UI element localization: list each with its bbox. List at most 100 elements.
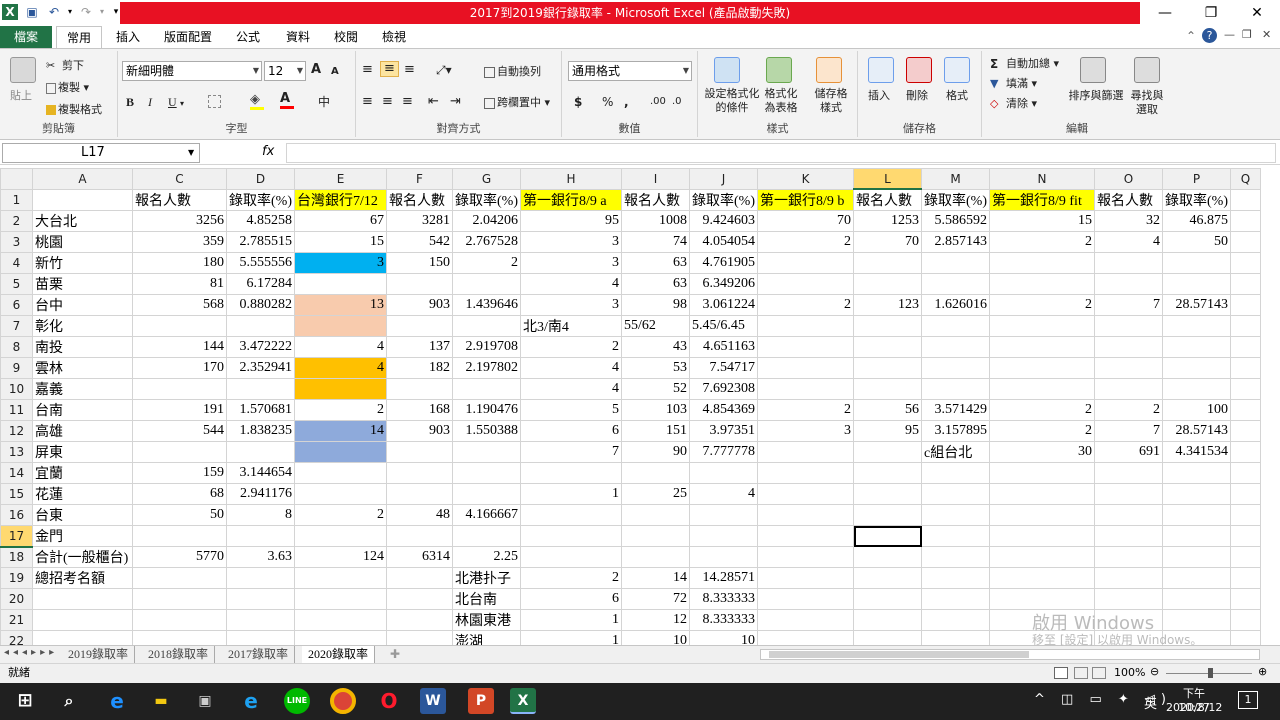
align-left-icon[interactable]: ≡ (362, 95, 373, 109)
line-icon[interactable]: LINE (284, 688, 310, 714)
tab-formulas[interactable]: 公式 (226, 26, 270, 48)
insert-cells-button[interactable]: 插入 (868, 89, 890, 103)
cell-h8[interactable]: 2 (520, 336, 622, 359)
cell-g15[interactable] (452, 483, 521, 506)
sort-filter-icon[interactable] (1080, 57, 1106, 83)
normal-view-icon[interactable] (1054, 667, 1068, 679)
cell-q12[interactable] (1230, 420, 1261, 443)
row-header[interactable]: 11 (0, 399, 33, 422)
cell-h17[interactable] (520, 525, 622, 548)
cell-p17[interactable] (1162, 525, 1231, 548)
cell-i9[interactable]: 53 (621, 357, 690, 380)
cell-c4[interactable]: 180 (132, 252, 227, 275)
cell-m13[interactable]: c組台北 (921, 441, 990, 464)
cell-p19[interactable] (1162, 567, 1231, 590)
powerpoint-icon[interactable]: P (468, 688, 494, 714)
row-header[interactable]: 10 (0, 378, 33, 401)
shrink-font-button[interactable]: A (331, 65, 339, 79)
cell-f7[interactable] (386, 315, 453, 338)
cell-c13[interactable] (132, 441, 227, 464)
cell-f10[interactable] (386, 378, 453, 401)
cell-m5[interactable] (921, 273, 990, 296)
cell-l20[interactable] (853, 588, 922, 611)
paste-icon[interactable] (10, 57, 36, 83)
cell-i21[interactable]: 12 (621, 609, 690, 632)
cell-e10[interactable] (294, 378, 387, 401)
opera-icon[interactable]: O (376, 688, 402, 714)
doc-close-icon[interactable]: ✕ (1262, 28, 1271, 41)
cell-g10[interactable] (452, 378, 521, 401)
cell-d20[interactable] (226, 588, 295, 611)
row-header[interactable]: 4 (0, 252, 33, 275)
cell-i2[interactable]: 1008 (621, 210, 690, 233)
cell-g19[interactable]: 北港扑子 (452, 567, 521, 590)
cell-p7[interactable] (1162, 315, 1231, 338)
align-right-icon[interactable]: ≡ (402, 95, 413, 109)
cell-d6[interactable]: 0.880282 (226, 294, 295, 317)
cell-a13[interactable]: 屏東 (32, 441, 133, 464)
cell-i19[interactable]: 14 (621, 567, 690, 590)
cell-k6[interactable]: 2 (757, 294, 854, 317)
underline-dropdown-icon[interactable]: ▾ (180, 97, 184, 111)
cell-o2[interactable]: 32 (1094, 210, 1163, 233)
cell-a2[interactable]: 大台北 (32, 210, 133, 233)
cell-j12[interactable]: 3.97351 (689, 420, 758, 443)
cell-c6[interactable]: 568 (132, 294, 227, 317)
cell-c10[interactable] (132, 378, 227, 401)
cell-styles-button[interactable]: 儲存格樣式 (810, 87, 852, 115)
cell-n15[interactable] (989, 483, 1095, 506)
row-header[interactable]: 16 (0, 504, 33, 527)
cell-d12[interactable]: 1.838235 (226, 420, 295, 443)
cell-c22[interactable] (132, 630, 227, 645)
cell-j14[interactable] (689, 462, 758, 485)
cell-q17[interactable] (1230, 525, 1261, 548)
cell-l14[interactable] (853, 462, 922, 485)
row-header[interactable]: 2 (0, 210, 33, 233)
autosum-button[interactable]: Σ 自動加總 ▾ (990, 57, 1059, 71)
cell-f20[interactable] (386, 588, 453, 611)
cell-e18[interactable]: 124 (294, 546, 387, 569)
cell-q16[interactable] (1230, 504, 1261, 527)
ie-icon[interactable]: e (238, 688, 264, 714)
undo-dropdown-icon[interactable]: ▾ (62, 4, 78, 20)
edge-icon[interactable]: e (104, 688, 130, 714)
format-painter-button[interactable]: 複製格式 (46, 103, 102, 117)
cell-p21[interactable] (1162, 609, 1231, 632)
spreadsheet-grid[interactable]: ACDEFGHIJKLMNOPQ 1 報名人數 錄取率(%) 台灣銀行7/12 報名人數… (0, 168, 1280, 645)
cell-h18[interactable] (520, 546, 622, 569)
tab-view[interactable]: 檢視 (372, 26, 416, 48)
cell-q8[interactable] (1230, 336, 1261, 359)
cell-m16[interactable] (921, 504, 990, 527)
tab-review[interactable]: 校閱 (324, 26, 368, 48)
cell-k14[interactable] (757, 462, 854, 485)
cell-d10[interactable] (226, 378, 295, 401)
tab-data[interactable]: 資料 (276, 26, 320, 48)
cell-e12[interactable]: 14 (294, 420, 387, 443)
row-header[interactable]: 1 (0, 188, 33, 212)
cell-a8[interactable]: 南投 (32, 336, 133, 359)
row-header[interactable]: 5 (0, 273, 33, 296)
cell-e13[interactable] (294, 441, 387, 464)
cell-f4[interactable]: 150 (386, 252, 453, 275)
cell-f11[interactable]: 168 (386, 399, 453, 422)
tab-home[interactable]: 常用 (56, 26, 102, 48)
cell-d18[interactable]: 3.63 (226, 546, 295, 569)
cell-m19[interactable] (921, 567, 990, 590)
cell-q1[interactable] (1230, 188, 1261, 212)
cell-a1[interactable] (32, 188, 133, 212)
cell-e14[interactable] (294, 462, 387, 485)
cell-f13[interactable] (386, 441, 453, 464)
cell-e7[interactable] (294, 315, 387, 338)
cell-o17[interactable] (1094, 525, 1163, 548)
font-color-icon[interactable]: A (280, 92, 294, 109)
column-header-a[interactable]: A (32, 168, 133, 190)
cell-q22[interactable] (1230, 630, 1261, 645)
cell-l1[interactable]: 報名人數 (853, 188, 922, 212)
cell-l3[interactable]: 70 (853, 231, 922, 254)
cell-o10[interactable] (1094, 378, 1163, 401)
column-header-j[interactable]: J (689, 168, 758, 190)
cell-d14[interactable]: 3.144654 (226, 462, 295, 485)
cell-d22[interactable] (226, 630, 295, 645)
cell-c5[interactable]: 81 (132, 273, 227, 296)
column-header-o[interactable]: O (1094, 168, 1163, 190)
